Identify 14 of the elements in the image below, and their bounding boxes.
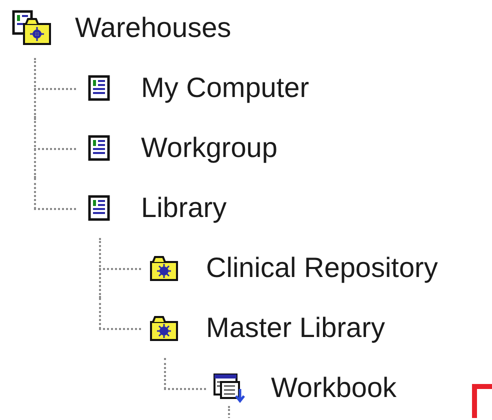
document-icon	[88, 135, 110, 161]
tree-item[interactable]: Warehouses	[75, 14, 232, 42]
gear-folder-icon	[149, 254, 179, 282]
document-icon	[88, 75, 110, 101]
tree-item[interactable]: Workbook	[271, 374, 397, 402]
gear-folder-icon	[149, 314, 179, 342]
document-icon	[88, 195, 110, 221]
workbook-icon	[213, 373, 245, 403]
tree-item[interactable]: My Computer	[141, 74, 310, 102]
tree-item[interactable]: Library	[141, 194, 227, 222]
tree-item[interactable]: Workgroup	[141, 134, 278, 162]
tree-item[interactable]: Master Library	[206, 314, 385, 342]
tree-item[interactable]: Clinical Repository	[206, 254, 438, 282]
document-folder-icon	[12, 10, 52, 46]
